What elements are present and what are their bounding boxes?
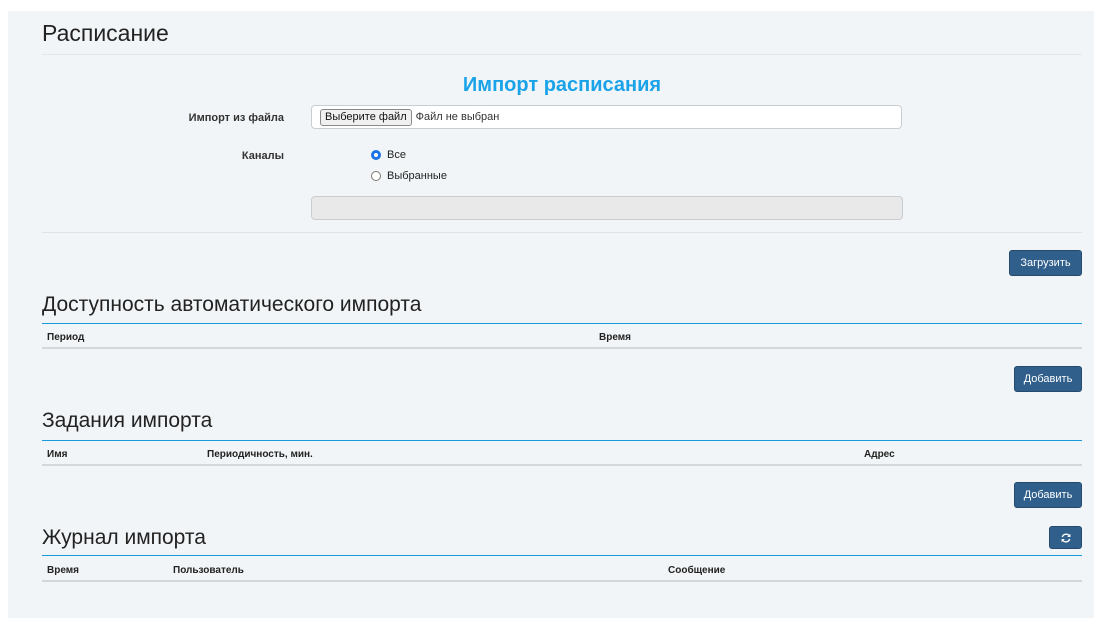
import-log-rule (42, 555, 1082, 556)
title-divider (42, 54, 1082, 55)
file-input[interactable]: Выберите файл Файл не выбран (311, 105, 902, 129)
refresh-button[interactable] (1049, 526, 1082, 549)
add-import-task-button[interactable]: Добавить (1014, 482, 1082, 508)
channel-option-label: Выбранные (387, 170, 447, 182)
column-header-log-time: Время (47, 565, 79, 576)
form-divider (42, 232, 1082, 233)
import-log-title: Журнал импорта (42, 526, 206, 549)
auto-import-rule (42, 323, 1082, 324)
upload-button[interactable]: Загрузить (1009, 250, 1082, 276)
import-log-header-rule (42, 580, 1082, 582)
column-header-name: Имя (47, 449, 68, 460)
choose-file-button[interactable]: Выберите файл (320, 108, 412, 126)
file-status-text: Файл не выбран (415, 111, 500, 123)
add-auto-import-button[interactable]: Добавить (1014, 366, 1082, 392)
column-header-message: Сообщение (668, 565, 726, 576)
import-tasks-header-rule (42, 464, 1082, 466)
refresh-icon (1061, 533, 1070, 542)
import-tasks-title: Задания импорта (42, 409, 213, 432)
page-title: Расписание (42, 20, 169, 46)
column-header-period-min: Периодичность, мин. (207, 449, 313, 460)
channel-option-label: Все (387, 149, 406, 161)
column-header-period: Период (47, 332, 85, 343)
column-header-time: Время (599, 332, 631, 343)
channels-label: Каналы (241, 150, 284, 162)
channel-option-selected[interactable]: Выбранные (371, 170, 447, 182)
channels-selection-field[interactable] (311, 196, 903, 220)
file-import-label: Импорт из файла (188, 112, 284, 124)
import-heading: Импорт расписания (462, 74, 662, 96)
auto-import-title: Доступность автоматического импорта (42, 293, 422, 316)
radio-unchecked-icon[interactable] (371, 171, 381, 181)
radio-checked-icon[interactable] (371, 150, 381, 160)
column-header-address: Адрес (864, 449, 895, 460)
auto-import-header-rule (42, 347, 1082, 349)
import-tasks-rule (42, 440, 1082, 441)
channel-option-all[interactable]: Все (371, 149, 406, 161)
column-header-user: Пользователь (173, 565, 244, 576)
